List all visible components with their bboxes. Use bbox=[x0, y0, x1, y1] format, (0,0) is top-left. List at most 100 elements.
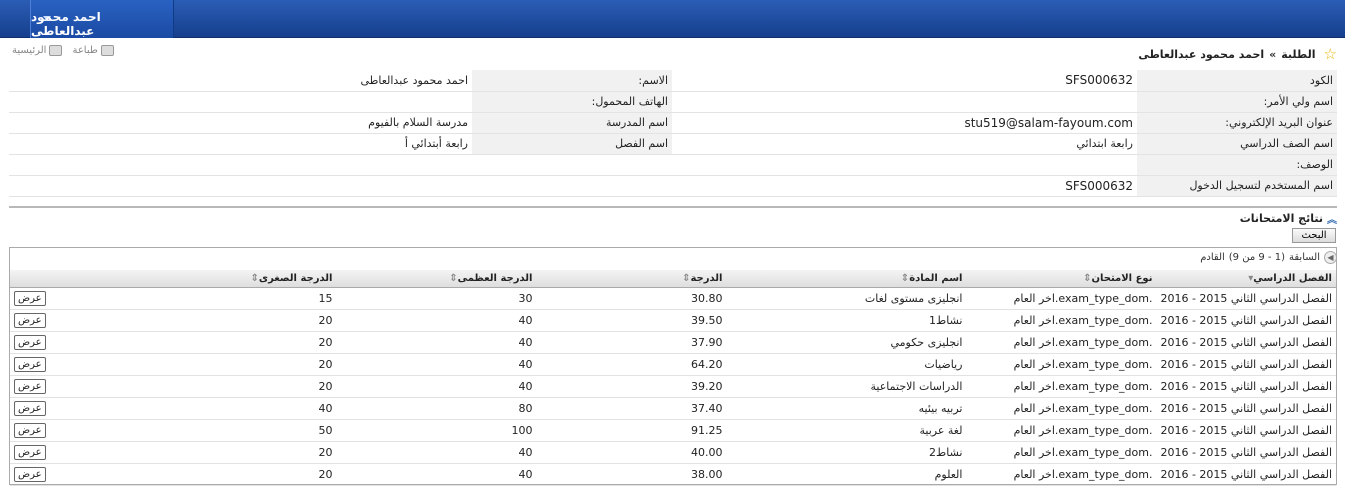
column-header-max-grade[interactable]: الدرجة العظمى⇕ bbox=[336, 270, 537, 288]
name-label: الاسم: bbox=[472, 70, 672, 92]
cell-exam-type: .exam_type_dom.اخر العام bbox=[966, 375, 1157, 398]
cell-max-grade: 40 bbox=[336, 331, 537, 354]
column-label[interactable]: نوع الامتحان bbox=[1091, 273, 1152, 284]
cell-exam-type: .exam_type_dom.اخر العام bbox=[966, 309, 1157, 332]
mobile-label: الهاتف المحمول: bbox=[472, 91, 672, 113]
home-icon[interactable] bbox=[49, 45, 63, 56]
table-row: الفصل الدراسي الثاني 2015 - 2016 .exam_ty… bbox=[10, 397, 1336, 420]
code-label: الكود bbox=[1137, 70, 1337, 92]
user-menu-tab[interactable]: احمد محمود عبدالعاطى bbox=[30, 0, 174, 38]
cell-actions: عرض bbox=[10, 441, 137, 464]
table-header-row: الفصل الدراسي▾ نوع الامتحان⇕ اسم المادة⇕ ال… bbox=[10, 270, 1336, 288]
grade-value: رابعة ابتدائي bbox=[672, 133, 1137, 155]
cell-exam-type: .exam_type_dom.اخر العام bbox=[966, 397, 1157, 420]
view-button[interactable]: عرض bbox=[14, 378, 46, 394]
view-button[interactable]: عرض bbox=[14, 312, 46, 328]
view-button[interactable]: عرض bbox=[14, 444, 46, 460]
cell-max-grade: 40 bbox=[336, 375, 537, 398]
cell-subject: تربيه بيئيه bbox=[726, 397, 967, 420]
home-label[interactable]: الرئيسية bbox=[12, 45, 46, 56]
column-header-min-grade[interactable]: الدرجة الصغرى⇕ bbox=[136, 270, 337, 288]
cell-max-grade: 40 bbox=[336, 309, 537, 332]
cell-min-grade: 20 bbox=[136, 441, 337, 464]
sort-icon[interactable]: ⇕ bbox=[901, 273, 909, 284]
cell-grade: 37.40 bbox=[536, 397, 727, 420]
search-button[interactable]: البحث bbox=[1292, 228, 1336, 243]
print-label[interactable]: طباعة bbox=[72, 45, 97, 56]
section-title: نتائج الامتحانات bbox=[1239, 212, 1323, 225]
description-value bbox=[672, 154, 1137, 176]
cell-semester: الفصل الدراسي الثاني 2015 - 2016 bbox=[1156, 463, 1336, 486]
column-header-grade[interactable]: الدرجة⇕ bbox=[536, 270, 727, 288]
column-header-subject[interactable]: اسم المادة⇕ bbox=[726, 270, 967, 288]
sort-icon[interactable]: ⇕ bbox=[251, 273, 259, 284]
cell-grade: 38.00 bbox=[536, 463, 727, 486]
star-icon[interactable]: ☆ bbox=[1324, 45, 1337, 63]
home-link[interactable]: الرئيسية bbox=[12, 45, 63, 56]
cell-semester: الفصل الدراسي الثاني 2015 - 2016 bbox=[1156, 353, 1336, 376]
prev-page-icon[interactable]: ◀ bbox=[1324, 251, 1337, 264]
cell-subject: انجليزى مستوى لغات bbox=[726, 287, 967, 310]
view-button[interactable]: عرض bbox=[14, 466, 46, 482]
cell-subject: الدراسات الاجتماعية bbox=[726, 375, 967, 398]
pager: ◀ السابقة (1 - 9 من 9) القادم bbox=[1200, 251, 1337, 264]
breadcrumb-root[interactable]: الطلبة bbox=[1281, 48, 1315, 61]
table-row: الفصل الدراسي الثاني 2015 - 2016 .exam_ty… bbox=[10, 353, 1336, 376]
cell-grade: 39.20 bbox=[536, 375, 727, 398]
empty-cell bbox=[9, 154, 672, 176]
column-label[interactable]: الدرجة العظمى bbox=[458, 273, 533, 284]
view-button[interactable]: عرض bbox=[14, 422, 46, 438]
collapse-icon[interactable]: ︽ bbox=[1327, 211, 1337, 226]
section-header[interactable]: ︽ نتائج الامتحانات bbox=[1240, 211, 1337, 226]
email-label: عنوان البريد الإلكتروني: bbox=[1137, 112, 1337, 134]
cell-min-grade: 50 bbox=[136, 419, 337, 442]
exam-results-table: الفصل الدراسي▾ نوع الامتحان⇕ اسم المادة⇕ ال… bbox=[10, 270, 1336, 486]
cell-exam-type: .exam_type_dom.اخر العام bbox=[966, 287, 1157, 310]
cell-actions: عرض bbox=[10, 375, 137, 398]
user-name[interactable]: احمد محمود عبدالعاطى bbox=[31, 10, 161, 38]
print-icon[interactable] bbox=[100, 45, 114, 56]
cell-max-grade: 30 bbox=[336, 287, 537, 310]
cell-exam-type: .exam_type_dom.اخر العام bbox=[966, 353, 1157, 376]
cell-semester: الفصل الدراسي الثاني 2015 - 2016 bbox=[1156, 309, 1336, 332]
column-header-exam-type[interactable]: نوع الامتحان⇕ bbox=[966, 270, 1157, 288]
table-row: الفصل الدراسي الثاني 2015 - 2016 .exam_ty… bbox=[10, 287, 1336, 310]
column-label[interactable]: اسم المادة bbox=[909, 273, 962, 284]
print-link[interactable]: طباعة bbox=[72, 45, 114, 56]
cell-semester: الفصل الدراسي الثاني 2015 - 2016 bbox=[1156, 397, 1336, 420]
page-toolbar: الرئيسية طباعة bbox=[12, 45, 114, 56]
pager-previous[interactable]: السابقة bbox=[1289, 252, 1320, 263]
grade-label: اسم الصف الدراسي bbox=[1137, 133, 1337, 155]
sort-icon[interactable]: ⇕ bbox=[449, 273, 457, 284]
table-row: الفصل الدراسي الثاني 2015 - 2016 .exam_ty… bbox=[10, 419, 1336, 442]
view-button[interactable]: عرض bbox=[14, 290, 46, 306]
cell-min-grade: 40 bbox=[136, 397, 337, 420]
cell-semester: الفصل الدراسي الثاني 2015 - 2016 bbox=[1156, 441, 1336, 464]
class-label: اسم الفصل bbox=[472, 133, 672, 155]
cell-actions: عرض bbox=[10, 397, 137, 420]
info-row: اسم ولي الأمر: الهاتف المحمول: bbox=[9, 91, 1337, 113]
table-row: الفصل الدراسي الثاني 2015 - 2016 .exam_ty… bbox=[10, 463, 1336, 486]
cell-actions: عرض bbox=[10, 331, 137, 354]
view-button[interactable]: عرض bbox=[14, 400, 46, 416]
column-label[interactable]: الدرجة الصغرى bbox=[259, 273, 333, 284]
view-button[interactable]: عرض bbox=[14, 356, 46, 372]
info-row: اسم الصف الدراسي رابعة ابتدائي اسم الفصل… bbox=[9, 133, 1337, 155]
description-label: الوصف: bbox=[1137, 154, 1337, 176]
column-header-semester[interactable]: الفصل الدراسي▾ bbox=[1156, 270, 1336, 288]
cell-subject: العلوم bbox=[726, 463, 967, 486]
pager-next[interactable]: القادم bbox=[1200, 252, 1225, 263]
cell-grade: 91.25 bbox=[536, 419, 727, 442]
table-row: الفصل الدراسي الثاني 2015 - 2016 .exam_ty… bbox=[10, 331, 1336, 354]
cell-exam-type: .exam_type_dom.اخر العام bbox=[966, 331, 1157, 354]
info-row: الكود SFS000632 الاسم: احمد محمود عبدالع… bbox=[9, 70, 1337, 92]
info-row: عنوان البريد الإلكتروني: stu519@salam-fa… bbox=[9, 112, 1337, 134]
info-row: الوصف: bbox=[9, 154, 1337, 176]
cell-exam-type: .exam_type_dom.اخر العام bbox=[966, 441, 1157, 464]
view-button[interactable]: عرض bbox=[14, 334, 46, 350]
column-label[interactable]: الفصل الدراسي bbox=[1253, 273, 1332, 284]
cell-grade: 39.50 bbox=[536, 309, 727, 332]
username-label: اسم المستخدم لتسجيل الدخول bbox=[1137, 175, 1337, 197]
column-label[interactable]: الدرجة bbox=[690, 273, 722, 284]
cell-actions: عرض bbox=[10, 419, 137, 442]
